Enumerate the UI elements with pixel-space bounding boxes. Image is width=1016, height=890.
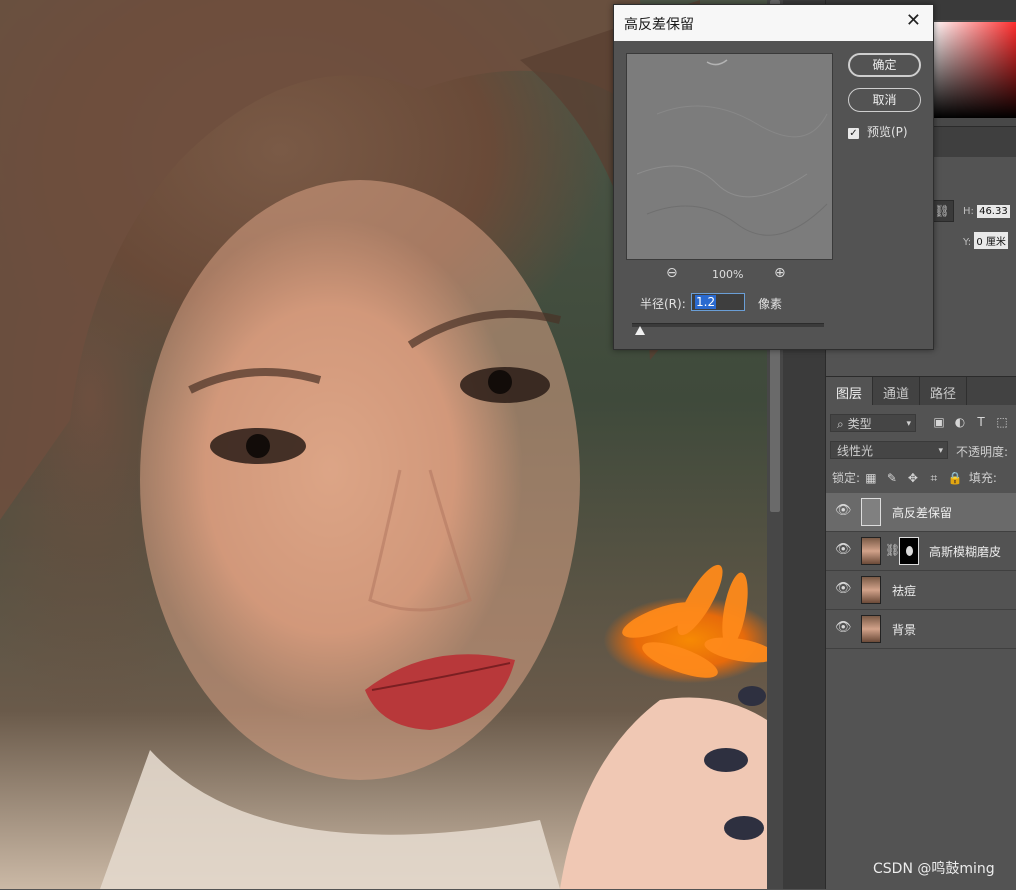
layer-thumbnail (861, 498, 881, 526)
height-label: H: (963, 206, 974, 217)
search-icon: ⌕ (837, 417, 844, 431)
fill-label: 填充: (968, 471, 997, 485)
layer-name: 高反差保留 (892, 506, 953, 520)
unit-label: 像素 (758, 297, 783, 311)
chevron-down-icon: ▾ (906, 419, 911, 429)
filter-preview[interactable] (626, 53, 833, 260)
layer-row-background[interactable]: 👁 背景 (826, 610, 1016, 649)
layer-thumbnail (861, 576, 881, 604)
checkbox-check-icon[interactable]: ✓ (848, 128, 859, 139)
layer-name: 祛痘 (892, 584, 917, 598)
lock-label: 锁定: (832, 471, 861, 485)
color-picker-field[interactable] (931, 22, 1016, 118)
lock-row: 锁定: ▦ ✎ ✥ ⌗ 🔒 填充: (832, 469, 1016, 486)
radius-slider[interactable] (632, 323, 824, 327)
layer-row-high-pass[interactable]: 👁 高反差保留 (826, 493, 1016, 532)
zoom-level: 100% (712, 268, 744, 281)
layer-thumbnail (861, 615, 881, 643)
y-field: Y: 0 厘米 (963, 232, 1008, 249)
eye-icon[interactable]: 👁 (835, 582, 852, 595)
filter-icons: ▣ ◐ T ⬚ (932, 415, 1016, 429)
layer-filter-value: 类型 (847, 417, 872, 431)
radius-input[interactable]: 1.2 (691, 293, 745, 311)
high-pass-dialog: 高反差保留 ✕ ⊖ 100% ⊕ 确定 取消 ✓ 预览(P) 半径(R): 1.2… (613, 4, 934, 350)
layer-filter-select[interactable]: ⌕ 类型 ▾ (830, 414, 916, 432)
layer-mask-thumbnail[interactable] (899, 537, 919, 565)
lock-image-icon[interactable]: ✎ (885, 471, 899, 485)
close-icon[interactable]: ✕ (906, 12, 921, 30)
preview-label: 预览(P) (867, 125, 908, 139)
tab-layers[interactable]: 图层 (826, 377, 874, 405)
radius-value: 1.2 (695, 295, 717, 309)
height-field: H: 46.33 (963, 205, 1010, 218)
ok-button[interactable]: 确定 (848, 53, 921, 77)
dialog-title-bar: 高反差保留 ✕ (614, 5, 933, 41)
layer-thumbnail (861, 537, 881, 565)
blend-mode-select[interactable]: 线性光 ▾ (830, 441, 948, 459)
zoom-out-icon[interactable]: ⊖ (666, 265, 678, 281)
layer-row-gaussian-blur[interactable]: 👁 ⛓ 高斯模糊磨皮 (826, 532, 1016, 571)
y-label: Y: (963, 237, 972, 248)
height-input[interactable]: 46.33 (977, 205, 1010, 218)
blend-mode-value: 线性光 (837, 444, 874, 458)
dialog-title: 高反差保留 (624, 17, 694, 33)
preview-texture (636, 59, 828, 236)
chain-link-icon[interactable]: ⛓ (885, 543, 900, 557)
shape-filter-icon[interactable]: ⬚ (995, 415, 1009, 429)
adjustment-filter-icon[interactable]: ◐ (953, 415, 967, 429)
opacity-label: 不透明度: (956, 445, 1009, 459)
eye-icon[interactable]: 👁 (835, 504, 852, 517)
layer-name: 高斯模糊磨皮 (929, 545, 1002, 559)
preview-checkbox[interactable]: ✓ 预览(P) (848, 123, 908, 140)
image-filter-icon[interactable]: ▣ (932, 415, 946, 429)
lock-position-icon[interactable]: ✥ (906, 471, 920, 485)
artboard-icon[interactable]: ⌗ (927, 471, 941, 486)
layers-panel-tabs: 图层 通道 路径 (826, 377, 1016, 405)
layers-panel: 图层 通道 路径 ⌕ 类型 ▾ ▣ ◐ T ⬚ 线性光 ▾ 不透明度: 锁定: ▦ ✎ ✥… (826, 376, 1016, 890)
cancel-button[interactable]: 取消 (848, 88, 921, 112)
watermark: CSDN @鸣鼓ming (873, 861, 995, 877)
layer-row-spot-removal[interactable]: 👁 祛痘 (826, 571, 1016, 610)
radius-label: 半径(R): (640, 297, 686, 311)
y-input[interactable]: 0 厘米 (974, 232, 1008, 249)
layer-name: 背景 (892, 623, 917, 637)
eye-icon[interactable]: 👁 (835, 543, 852, 556)
chevron-down-icon: ▾ (938, 446, 943, 456)
radius-slider-thumb[interactable] (634, 326, 645, 335)
tab-paths[interactable]: 路径 (920, 377, 968, 405)
tab-channels[interactable]: 通道 (873, 377, 921, 405)
eye-icon[interactable]: 👁 (835, 621, 852, 634)
type-filter-icon[interactable]: T (974, 415, 988, 429)
lock-transparent-icon[interactable]: ▦ (864, 471, 878, 485)
lock-all-icon[interactable]: 🔒 (948, 471, 963, 485)
zoom-in-icon[interactable]: ⊕ (774, 265, 786, 281)
